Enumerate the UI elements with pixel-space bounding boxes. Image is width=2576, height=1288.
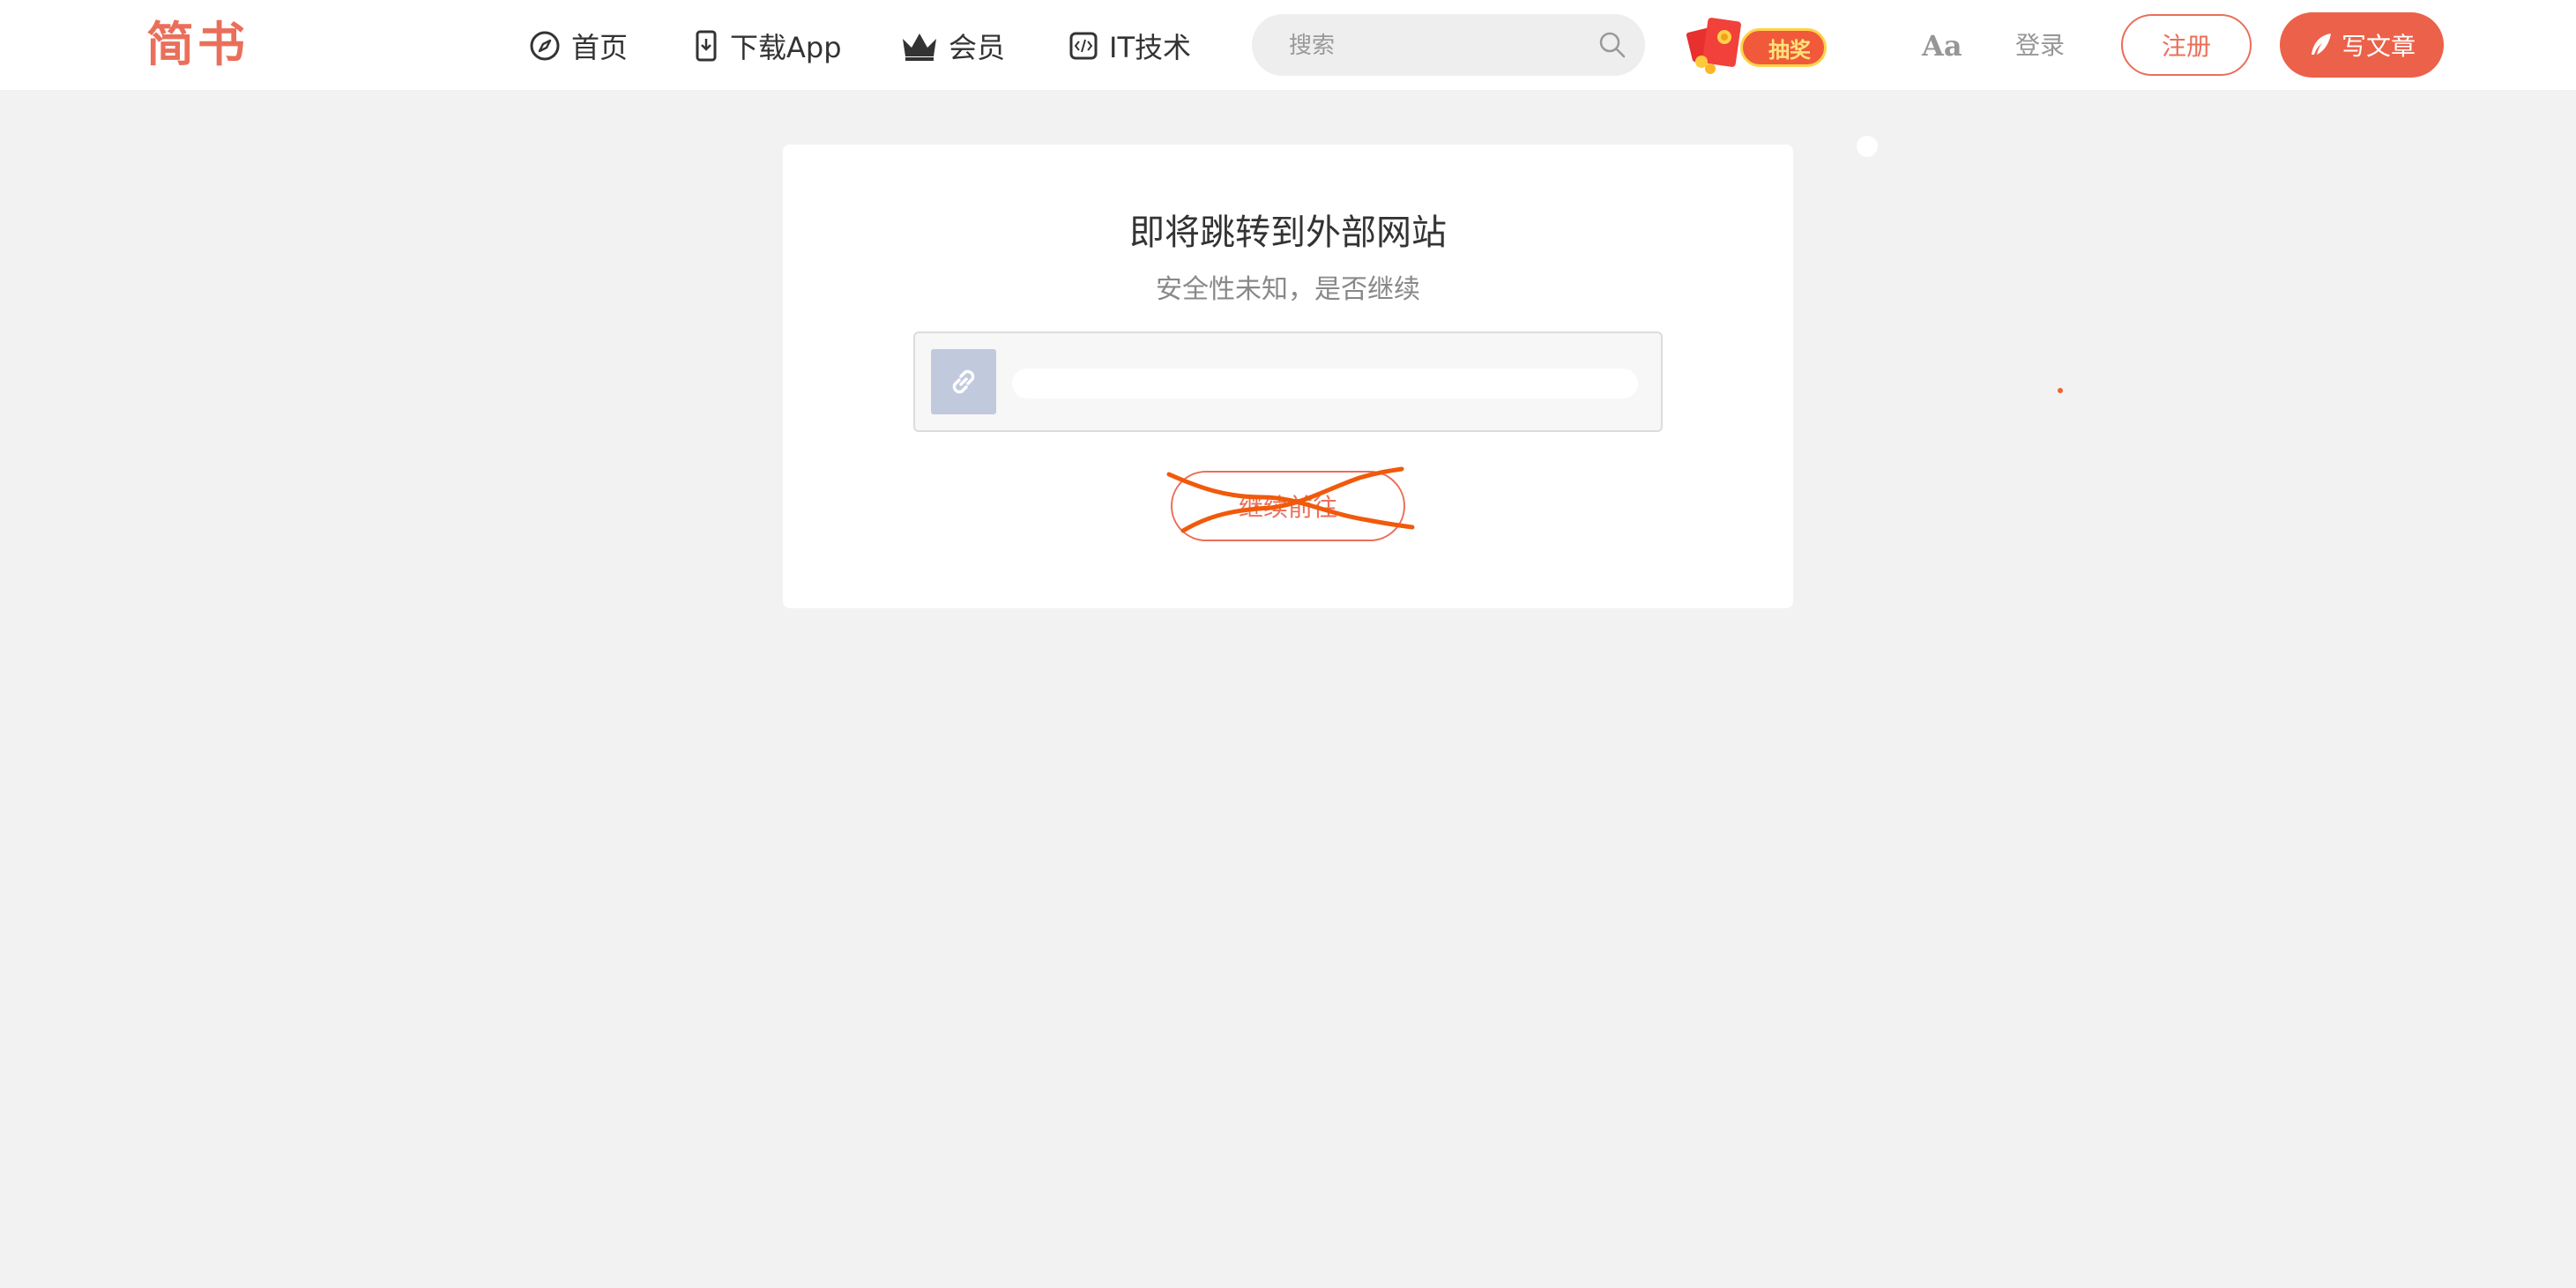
phone-download-icon	[696, 30, 717, 62]
search-icon[interactable]	[1597, 30, 1627, 60]
crown-icon	[903, 34, 936, 61]
search-input[interactable]	[1287, 14, 1582, 78]
compass-icon	[530, 31, 560, 61]
nav-it-tech-label: IT技术	[1109, 31, 1191, 64]
external-link-dialog: 即将跳转到外部网站 安全性未知，是否继续 继续前往	[783, 145, 1793, 608]
quill-icon	[2311, 34, 2331, 55]
font-size-toggle[interactable]: Aa	[1922, 23, 1962, 69]
write-article-button[interactable]: 写文章	[2280, 12, 2444, 78]
dialog-title: 即将跳转到外部网站	[1129, 212, 1447, 253]
nav-home-label: 首页	[571, 31, 629, 64]
external-url-text	[1012, 369, 1638, 398]
external-url-box	[913, 331, 1663, 432]
nav-home[interactable]: 首页	[529, 23, 628, 69]
nav-download-app[interactable]: 下载App	[693, 23, 842, 69]
write-article-label: 写文章	[2341, 32, 2416, 61]
login-link[interactable]: 登录	[2015, 23, 2065, 69]
nav-membership[interactable]: 会员	[901, 23, 1005, 69]
code-icon	[1069, 32, 1098, 60]
nav-download-app-label: 下载App	[730, 31, 842, 64]
site-logo[interactable]: 简书	[146, 16, 249, 74]
lottery-button[interactable]: 抽奖	[1686, 14, 1835, 78]
link-icon	[931, 349, 996, 414]
nav-it-tech[interactable]: IT技术	[1068, 23, 1191, 69]
continue-button[interactable]: 继续前往	[1171, 471, 1405, 541]
search-bar	[1252, 14, 1645, 78]
decorative-dot-orange	[2058, 388, 2063, 393]
nav-membership-label: 会员	[949, 31, 1006, 64]
register-button[interactable]: 注册	[2121, 14, 2252, 76]
top-navbar: 简书 首页 下载App 会员 IT技术 搜索 抽奖 Aa 登录 注册 写文章	[0, 0, 2576, 91]
red-envelope-icon	[1686, 18, 1741, 74]
decorative-dot	[1857, 136, 1878, 157]
dialog-subtitle: 安全性未知，是否继续	[1156, 274, 1420, 305]
